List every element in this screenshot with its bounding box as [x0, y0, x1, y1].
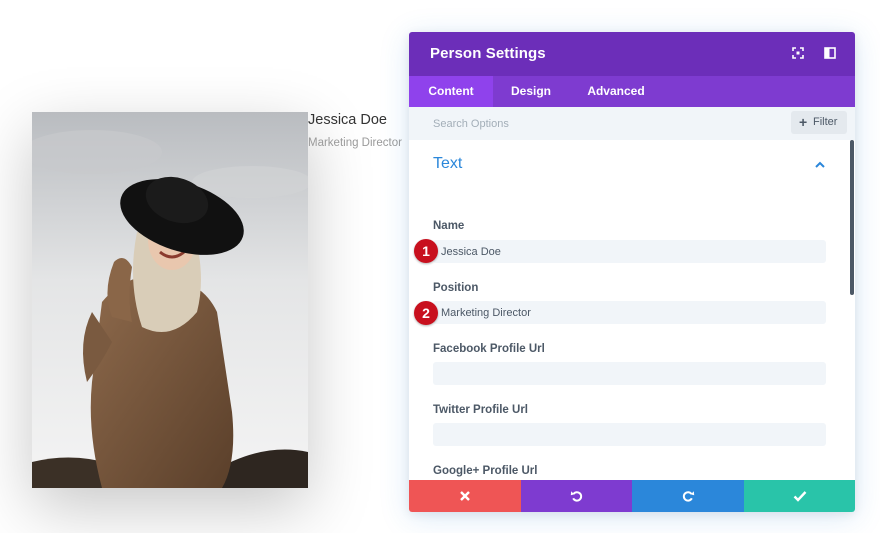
- search-input[interactable]: [421, 113, 781, 135]
- tab-advanced[interactable]: Advanced: [569, 76, 663, 107]
- filter-label: Filter: [813, 116, 838, 128]
- tab-bar: Content Design Advanced: [409, 76, 855, 107]
- facebook-url-field[interactable]: [433, 362, 826, 385]
- check-icon: [793, 490, 807, 502]
- modal-footer: [409, 480, 855, 512]
- step-marker-2: 2: [414, 301, 438, 325]
- twitter-url-label: Twitter Profile Url: [433, 404, 528, 416]
- modal-title: Person Settings: [430, 45, 546, 62]
- google-plus-url-label: Google+ Profile Url: [433, 465, 538, 477]
- twitter-url-field[interactable]: [433, 423, 826, 446]
- step-marker-1: 1: [414, 239, 438, 263]
- sidebar-toggle-icon[interactable]: [823, 46, 837, 60]
- position-field-label: Position: [433, 282, 479, 294]
- redo-icon: [681, 489, 695, 503]
- facebook-url-label: Facebook Profile Url: [433, 343, 545, 355]
- person-settings-modal: Person Settings Content Design Advanced: [409, 32, 855, 512]
- redo-button[interactable]: [632, 480, 744, 512]
- scrollbar[interactable]: [850, 140, 854, 295]
- close-icon: [459, 490, 471, 502]
- person-position: Marketing Director: [308, 137, 402, 149]
- modal-header: Person Settings: [409, 32, 855, 76]
- filter-button[interactable]: + Filter: [791, 111, 847, 134]
- builder-canvas: Jessica Doe Marketing Director Person Se…: [0, 0, 880, 533]
- save-button[interactable]: [744, 480, 855, 512]
- tab-content[interactable]: Content: [409, 76, 493, 107]
- section-title-text[interactable]: Text: [433, 155, 462, 173]
- undo-icon: [570, 489, 584, 503]
- discard-button[interactable]: [409, 480, 521, 512]
- settings-content: Text Name Position Facebook Profile Url …: [409, 140, 855, 510]
- person-photo: [32, 112, 308, 488]
- expand-icon[interactable]: [791, 46, 805, 60]
- chevron-up-icon[interactable]: [813, 158, 827, 172]
- name-field-label: Name: [433, 220, 465, 232]
- search-bar: [409, 107, 855, 140]
- plus-icon: +: [799, 114, 808, 130]
- position-field[interactable]: [433, 301, 826, 324]
- tab-design[interactable]: Design: [493, 76, 569, 107]
- person-name: Jessica Doe: [308, 112, 387, 128]
- name-field[interactable]: [433, 240, 826, 263]
- undo-button[interactable]: [521, 480, 632, 512]
